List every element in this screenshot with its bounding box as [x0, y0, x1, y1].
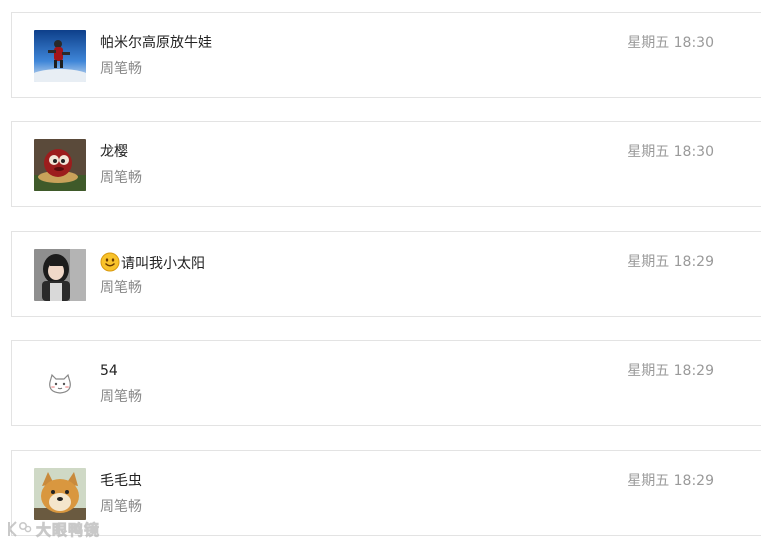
conversation-list: 帕米尔高原放牛娃 周笔畅 星期五 18:30 龙樱 周笔畅 星期五 18:30	[0, 0, 761, 545]
cat-doodle-avatar-icon	[34, 358, 86, 410]
contact-subtitle: 周笔畅	[100, 280, 142, 296]
conversation-item[interactable]: 帕米尔高原放牛娃 周笔畅 星期五 18:30	[11, 12, 761, 98]
timestamp: 星期五 18:30	[627, 35, 714, 51]
watermark-logo-icon	[8, 521, 32, 537]
conversation-item[interactable]: 54 周笔畅 星期五 18:29	[11, 340, 761, 426]
contact-name-text: 请叫我小太阳	[121, 256, 205, 272]
girl-avatar-icon	[34, 249, 86, 301]
skydiver-avatar-icon	[34, 30, 86, 82]
contact-name: 龙樱	[100, 144, 128, 160]
red-creature-avatar-icon	[34, 139, 86, 191]
contact-name: 毛毛虫	[100, 473, 142, 489]
avatar[interactable]	[34, 468, 86, 520]
timestamp: 星期五 18:30	[627, 144, 714, 160]
contact-name: 请叫我小太阳	[100, 252, 205, 274]
avatar[interactable]	[34, 358, 86, 410]
contact-subtitle: 周笔畅	[100, 170, 142, 186]
timestamp: 星期五 18:29	[627, 363, 714, 379]
contact-subtitle: 周笔畅	[100, 61, 142, 77]
smiley-icon	[100, 252, 120, 272]
timestamp: 星期五 18:29	[627, 254, 714, 270]
conversation-item[interactable]: 毛毛虫 周笔畅 星期五 18:29	[11, 450, 761, 536]
contact-subtitle: 周笔畅	[100, 389, 142, 405]
avatar[interactable]	[34, 30, 86, 82]
timestamp: 星期五 18:29	[627, 473, 714, 489]
contact-name: 54	[100, 363, 118, 379]
avatar[interactable]	[34, 139, 86, 191]
watermark-text: 大眼鸭镜	[36, 520, 101, 539]
contact-name: 帕米尔高原放牛娃	[100, 35, 212, 51]
watermark: 大眼鸭镜	[6, 518, 100, 540]
contact-subtitle: 周笔畅	[100, 499, 142, 515]
avatar[interactable]	[34, 249, 86, 301]
shiba-dog-avatar-icon	[34, 468, 86, 520]
conversation-item[interactable]: 龙樱 周笔畅 星期五 18:30	[11, 121, 761, 207]
conversation-item[interactable]: 请叫我小太阳 周笔畅 星期五 18:29	[11, 231, 761, 317]
